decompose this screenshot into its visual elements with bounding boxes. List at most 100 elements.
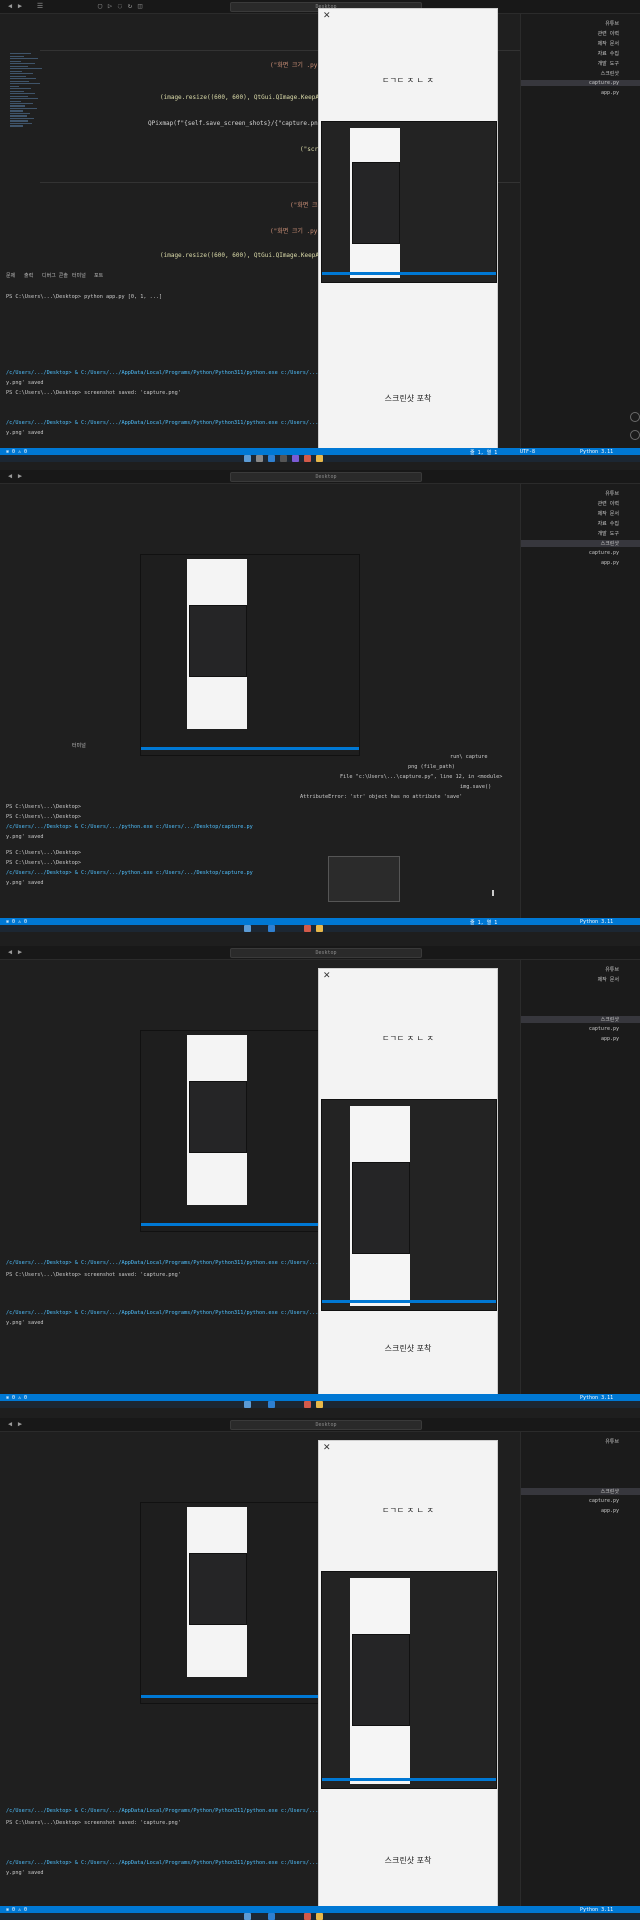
- terminal-line: PS C:\Users\...\Desktop>: [6, 860, 81, 866]
- terminal-line: PS C:\Users\...\Desktop> python app.py […: [6, 294, 163, 300]
- capture-button[interactable]: 스크린샷 포착: [319, 1343, 497, 1354]
- vscode-icon[interactable]: [268, 1913, 275, 1920]
- split-icon[interactable]: ◫: [136, 2, 144, 10]
- folder-icon[interactable]: ▢: [96, 2, 104, 10]
- tab-problems[interactable]: 문제: [6, 272, 15, 279]
- folder-icon[interactable]: [316, 1913, 323, 1920]
- terminal-line: PS C:\Users\...\Desktop>: [6, 814, 81, 820]
- browser-icon[interactable]: [256, 455, 263, 462]
- minimap[interactable]: [10, 52, 45, 202]
- tab-output[interactable]: 출력: [24, 272, 33, 279]
- explorer-item[interactable]: 관련 이력: [598, 500, 619, 507]
- explorer-item[interactable]: 자료 수집: [598, 520, 619, 527]
- close-icon[interactable]: ✕: [323, 971, 331, 981]
- status-strip: [322, 272, 496, 275]
- taskbar: [0, 1401, 640, 1408]
- folder-icon[interactable]: [316, 925, 323, 932]
- terminal-icon[interactable]: [280, 455, 287, 462]
- captured-image: [321, 121, 497, 283]
- taskbar-preview-thumbnail[interactable]: [328, 856, 400, 902]
- explorer-item[interactable]: 자료 수집: [598, 50, 619, 57]
- explorer-item[interactable]: 유튜브: [605, 20, 619, 27]
- app-icon[interactable]: [292, 455, 299, 462]
- explorer-item[interactable]: app.py: [601, 560, 619, 566]
- close-icon[interactable]: ✕: [323, 1443, 331, 1453]
- menu-icon[interactable]: ☰: [36, 2, 44, 10]
- chrome-icon[interactable]: [304, 455, 311, 462]
- explorer-item[interactable]: 스크린샷: [601, 70, 619, 77]
- explorer-item-selected[interactable]: capture.py: [521, 80, 640, 86]
- back-icon[interactable]: ◀: [6, 2, 14, 10]
- activity-bar: [627, 404, 640, 448]
- explorer-item[interactable]: 관련 이력: [598, 30, 619, 37]
- forward-icon[interactable]: ▶: [16, 472, 24, 480]
- start-icon[interactable]: [244, 925, 251, 932]
- explorer-item[interactable]: capture.py: [589, 1498, 619, 1504]
- explorer-item[interactable]: 유튜브: [605, 966, 619, 973]
- explorer-item[interactable]: app.py: [601, 1036, 619, 1042]
- tab-terminal[interactable]: 터미널: [72, 742, 86, 749]
- close-icon[interactable]: ✕: [323, 11, 331, 21]
- command-search[interactable]: Desktop: [230, 472, 422, 482]
- account-icon[interactable]: [630, 412, 640, 422]
- status-strip: [322, 1300, 496, 1303]
- capture-button[interactable]: 스크린샷 포착: [319, 393, 497, 404]
- terminal-cursor: [492, 890, 494, 896]
- terminal-line: /c/Users/.../Desktop> & C:/Users/.../pyt…: [6, 824, 253, 830]
- terminal-line: PS C:\Users\...\Desktop> screenshot save…: [6, 390, 181, 396]
- explorer-item[interactable]: 제작 문서: [598, 40, 619, 47]
- start-icon[interactable]: [244, 455, 251, 462]
- chrome-icon[interactable]: [304, 1913, 311, 1920]
- forward-icon[interactable]: ▶: [16, 2, 24, 10]
- vscode-icon[interactable]: [268, 925, 275, 932]
- nested-capture: [352, 1162, 410, 1254]
- chrome-icon[interactable]: [304, 925, 311, 932]
- command-search[interactable]: Desktop: [230, 1420, 422, 1430]
- back-icon[interactable]: ◀: [6, 1420, 14, 1428]
- terminal-line: /c/Users/.../Desktop> & C:/Users/.../pyt…: [6, 870, 253, 876]
- title-bar: ◀ ▶ Desktop: [0, 1418, 640, 1432]
- explorer-item[interactable]: 유튜브: [605, 490, 619, 497]
- explorer-item-selected[interactable]: 스크린샷: [521, 540, 640, 547]
- thumb-capture: [189, 1081, 247, 1153]
- back-icon[interactable]: ◀: [6, 472, 14, 480]
- screen-frame-2: ◀ ▶ Desktop 터미널 run\ capture png (file_p…: [0, 470, 640, 932]
- settings-icon[interactable]: [630, 430, 640, 440]
- explorer-item[interactable]: app.py: [601, 1508, 619, 1514]
- start-icon[interactable]: [244, 1913, 251, 1920]
- explorer-item[interactable]: capture.py: [589, 550, 619, 556]
- forward-icon[interactable]: ▶: [16, 948, 24, 956]
- tab-debug-console[interactable]: 디버그 콘솔: [42, 272, 68, 279]
- taskbar: [0, 1913, 640, 1920]
- vscode-icon[interactable]: [268, 455, 275, 462]
- run-icon[interactable]: ▷: [106, 2, 114, 10]
- tab-ports[interactable]: 포트: [94, 272, 103, 279]
- explorer-item[interactable]: 제작 문서: [598, 510, 619, 517]
- chrome-icon[interactable]: [304, 1401, 311, 1408]
- explorer-item-selected[interactable]: 스크린샷: [521, 1488, 640, 1495]
- explorer-item[interactable]: 개발 도구: [598, 60, 619, 67]
- explorer-item[interactable]: capture.py: [589, 1026, 619, 1032]
- explorer-item[interactable]: app.py: [601, 90, 619, 96]
- tab-terminal[interactable]: 터미널: [72, 272, 86, 279]
- folder-icon[interactable]: [316, 455, 323, 462]
- capture-button[interactable]: 스크린샷 포착: [319, 1855, 497, 1866]
- start-icon[interactable]: [244, 1401, 251, 1408]
- explorer-item[interactable]: 유튜브: [605, 1438, 619, 1445]
- folder-icon[interactable]: [316, 1401, 323, 1408]
- vscode-icon[interactable]: [268, 1401, 275, 1408]
- terminal-line: AttributeError: 'str' object has no attr…: [300, 794, 463, 800]
- debug-icon[interactable]: ◌: [116, 2, 124, 10]
- terminal-line: y.png' saved: [6, 1320, 44, 1326]
- explorer-item-selected[interactable]: 스크린샷: [521, 1016, 640, 1023]
- forward-icon[interactable]: ▶: [16, 1420, 24, 1428]
- screen-frame-3: ◀ ▶ Desktop /c/Users/.../Desktop> & C:/U…: [0, 946, 640, 1408]
- back-icon[interactable]: ◀: [6, 948, 14, 956]
- refresh-icon[interactable]: ↻: [126, 2, 134, 10]
- explorer-item[interactable]: 제작 문서: [598, 976, 619, 983]
- terminal-line: PS C:\Users\...\Desktop> screenshot save…: [6, 1820, 181, 1826]
- code-line: ("화면 크기 .py: [270, 228, 318, 235]
- code-editor[interactable]: [0, 492, 520, 756]
- explorer-item[interactable]: 개발 도구: [598, 530, 619, 537]
- command-search[interactable]: Desktop: [230, 948, 422, 958]
